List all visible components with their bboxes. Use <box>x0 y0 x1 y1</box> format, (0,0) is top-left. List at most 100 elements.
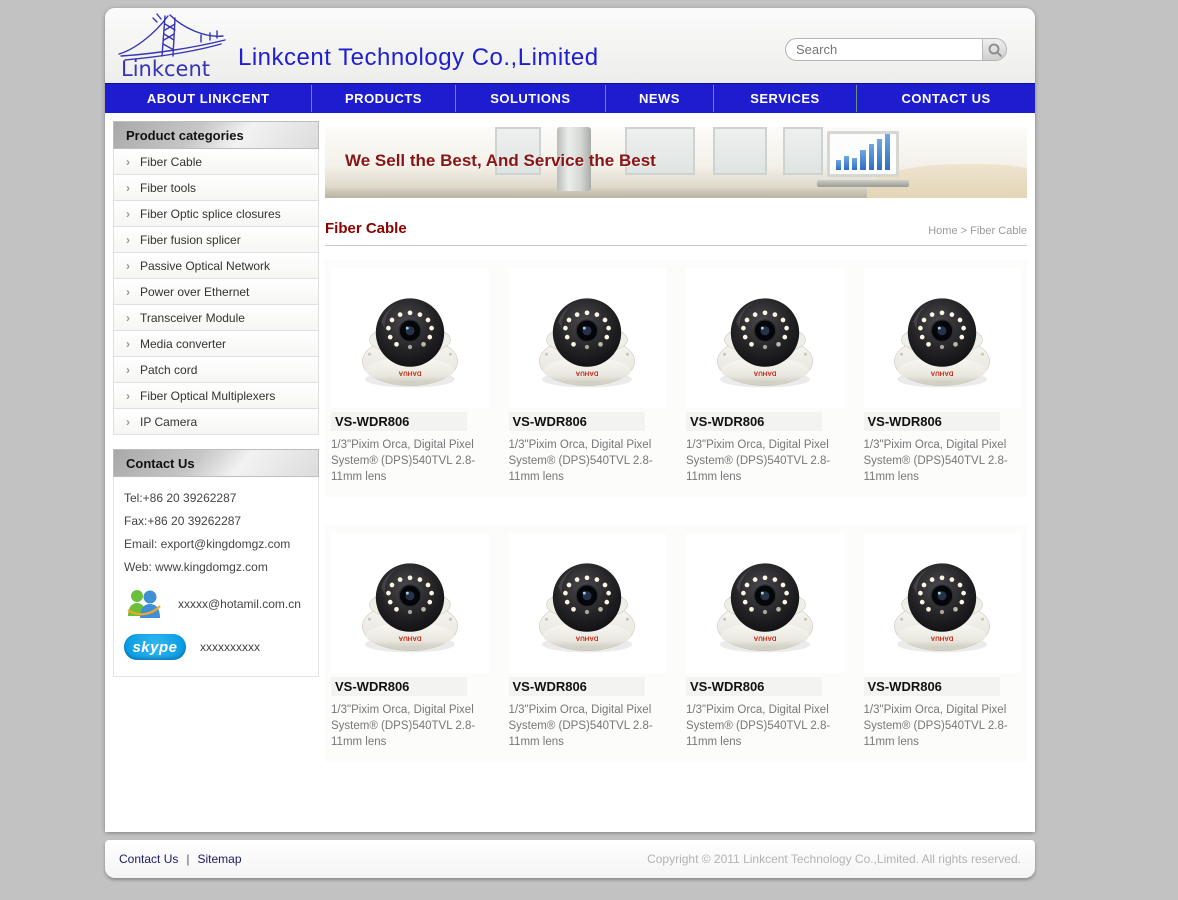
chevron-right-icon: › <box>126 415 130 429</box>
category-label: Fiber Cable <box>140 155 202 169</box>
product-description: 1/3"Pixim Orca, Digital Pixel System® (D… <box>864 437 1014 485</box>
breadcrumb-separator: > <box>961 225 967 237</box>
sidebar-item-ip-camera[interactable]: › IP Camera <box>114 409 318 435</box>
product-description: 1/3"Pixim Orca, Digital Pixel System® (D… <box>686 437 836 485</box>
sidebar-item-passive-optical-network[interactable]: ›Passive Optical Network <box>114 253 318 279</box>
sidebar-item-fiber-cable[interactable]: ›Fiber Cable <box>114 149 318 175</box>
sidebar-item-power-over-ethernet[interactable]: ›Power over Ethernet <box>114 279 318 305</box>
product-image[interactable] <box>864 268 1022 408</box>
product-card: VS-WDR806 1/3"Pixim Orca, Digital Pixel … <box>327 531 493 752</box>
sidebar-item-transceiver-module[interactable]: ›Transceiver Module <box>114 305 318 331</box>
footer-link-separator: | <box>186 852 189 866</box>
banner-window <box>713 127 767 175</box>
product-name[interactable]: VS-WDR806 <box>686 412 822 431</box>
product-name[interactable]: VS-WDR806 <box>331 677 467 696</box>
logo-wordmark: Linkcent <box>121 57 210 81</box>
nav-products[interactable]: PRODUCTS <box>312 84 454 113</box>
nav-about[interactable]: ABOUT LINKCENT <box>105 84 311 113</box>
categories-header: Product categories <box>113 121 319 149</box>
product-name[interactable]: VS-WDR806 <box>864 677 1000 696</box>
category-label: Fiber tools <box>140 181 196 195</box>
heading-row: Fiber Cable Home > Fiber Cable <box>325 220 1027 246</box>
product-row-1: VS-WDR806 1/3"Pixim Orca, Digital Pixel … <box>325 260 1027 497</box>
contact-header: Contact Us <box>113 449 319 477</box>
product-image[interactable] <box>686 268 844 408</box>
product-name[interactable]: VS-WDR806 <box>686 677 822 696</box>
product-name[interactable]: VS-WDR806 <box>509 412 645 431</box>
sidebar-item-fiber-tools[interactable]: › Fiber tools <box>114 175 318 201</box>
site-page: Linkcent Linkcent Technology Co.,Limited… <box>105 8 1035 832</box>
product-card: VS-WDR806 1/3"Pixim Orca, Digital Pixel … <box>505 266 671 487</box>
sidebar-item-fiber-optical-multiplexers[interactable]: › Fiber Optical Multiplexers <box>114 383 318 409</box>
category-label: Transceiver Module <box>140 311 245 325</box>
product-image[interactable] <box>509 533 667 673</box>
contact-email: Email: export@kingdomgz.com <box>124 537 308 551</box>
skype-wordmark: skype <box>132 639 177 656</box>
product-description: 1/3"Pixim Orca, Digital Pixel System® (D… <box>686 702 836 750</box>
main-nav: ABOUT LINKCENT PRODUCTS SOLUTIONS NEWS S… <box>105 83 1035 113</box>
product-name[interactable]: VS-WDR806 <box>509 677 645 696</box>
contact-web: Web: www.kingdomgz.com <box>124 560 308 574</box>
contact-tel: Tel:+86 20 39262287 <box>124 491 308 505</box>
site-header: Linkcent Linkcent Technology Co.,Limited <box>105 8 1035 83</box>
search-box <box>785 38 1007 61</box>
banner-slogan: We Sell the Best, And Service the Best <box>345 151 656 171</box>
chevron-right-icon: › <box>126 337 130 351</box>
footer-link-sitemap[interactable]: Sitemap <box>197 852 241 866</box>
search-input[interactable] <box>786 39 982 60</box>
category-label: Fiber Optical Multiplexers <box>140 389 275 403</box>
chevron-right-icon: › <box>126 363 130 377</box>
category-label: Media converter <box>140 337 226 351</box>
banner-chart <box>827 131 899 177</box>
product-image[interactable] <box>331 533 489 673</box>
main-content: We Sell the Best, And Service the Best F… <box>325 127 1027 762</box>
banner-laptop-base <box>817 180 909 187</box>
breadcrumb: Home > Fiber Cable <box>928 225 1027 237</box>
product-image[interactable] <box>864 533 1022 673</box>
chevron-right-icon: › <box>126 259 130 273</box>
nav-contact[interactable]: CONTACT US <box>857 84 1035 113</box>
bridge-logo-icon <box>119 14 225 60</box>
contact-fax: Fax:+86 20 39262287 <box>124 514 308 528</box>
product-card: VS-WDR806 1/3"Pixim Orca, Digital Pixel … <box>860 531 1026 752</box>
category-label: IP Camera <box>140 415 197 429</box>
nav-solutions[interactable]: SOLUTIONS <box>456 84 605 113</box>
product-image[interactable] <box>686 533 844 673</box>
product-name[interactable]: VS-WDR806 <box>331 412 467 431</box>
category-label: Power over Ethernet <box>140 285 249 299</box>
product-description: 1/3"Pixim Orca, Digital Pixel System® (D… <box>509 702 659 750</box>
page-body: Product categories ›Fiber Cable ›Fiber t… <box>105 113 1035 832</box>
product-card: VS-WDR806 1/3"Pixim Orca, Digital Pixel … <box>682 266 848 487</box>
chevron-right-icon: › <box>126 181 130 195</box>
sidebar-item-patch-cord[interactable]: › Patch cord <box>114 357 318 383</box>
product-card: VS-WDR806 1/3"Pixim Orca, Digital Pixel … <box>327 266 493 487</box>
product-image[interactable] <box>331 268 489 408</box>
sidebar-item-fusion-splicer[interactable]: ›Fiber fusion splicer <box>114 227 318 253</box>
product-description: 1/3"Pixim Orca, Digital Pixel System® (D… <box>509 437 659 485</box>
sidebar: Product categories ›Fiber Cable ›Fiber t… <box>113 121 319 677</box>
category-label: Patch cord <box>140 363 197 377</box>
page-title: Fiber Cable <box>325 220 407 237</box>
msn-address: xxxxx@hotamil.com.cn <box>178 597 301 611</box>
hero-banner: We Sell the Best, And Service the Best <box>325 127 1027 198</box>
product-name[interactable]: VS-WDR806 <box>864 412 1000 431</box>
contact-box: Tel:+86 20 39262287 Fax:+86 20 39262287 … <box>113 477 319 677</box>
search-button[interactable] <box>982 39 1006 60</box>
product-image[interactable] <box>509 268 667 408</box>
linkcent-logo[interactable]: Linkcent <box>113 10 235 82</box>
product-card: VS-WDR806 1/3"Pixim Orca, Digital Pixel … <box>505 531 671 752</box>
product-card: VS-WDR806 1/3"Pixim Orca, Digital Pixel … <box>860 266 1026 487</box>
sidebar-item-splice-closures[interactable]: ›Fiber Optic splice closures <box>114 201 318 227</box>
footer-link-contact[interactable]: Contact Us <box>119 852 178 866</box>
msn-messenger-icon <box>124 584 164 624</box>
product-description: 1/3"Pixim Orca, Digital Pixel System® (D… <box>331 437 481 485</box>
nav-services[interactable]: SERVICES <box>714 84 856 113</box>
copyright-text: Copyright © 2011 Linkcent Technology Co.… <box>647 852 1021 866</box>
nav-news[interactable]: NEWS <box>606 84 713 113</box>
search-icon <box>987 42 1003 58</box>
chevron-right-icon: › <box>126 389 130 403</box>
breadcrumb-home[interactable]: Home <box>928 225 957 237</box>
footer: Contact Us | Sitemap Copyright © 2011 Li… <box>105 840 1035 878</box>
sidebar-item-media-converter[interactable]: › Media converter <box>114 331 318 357</box>
product-description: 1/3"Pixim Orca, Digital Pixel System® (D… <box>331 702 481 750</box>
